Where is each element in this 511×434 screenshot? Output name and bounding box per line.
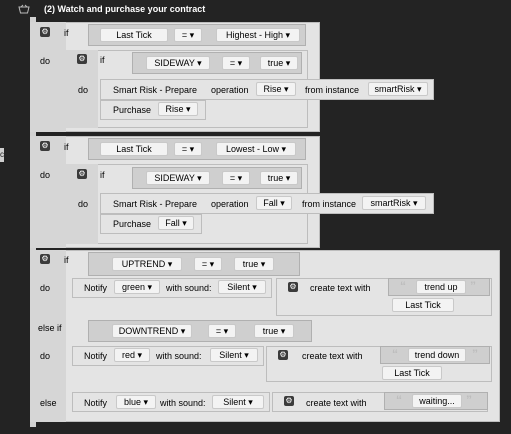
operation-label-2: operation [211,199,249,209]
basket-icon [18,4,30,14]
color-dropdown-3[interactable]: blue ▾ [116,395,156,409]
if-label: if [100,170,105,180]
color-dropdown-1[interactable]: green ▾ [114,280,160,294]
do-label: do [78,199,89,209]
direction-dropdown-2[interactable]: Fall ▾ [256,196,292,210]
else-if-label: else if [38,323,62,333]
text-value-2[interactable]: trend down [408,348,466,362]
last-tick-2[interactable]: Last Tick [100,142,168,156]
quote-close-icon: ” [472,347,478,361]
sound-dropdown-3[interactable]: Silent ▾ [212,395,264,409]
sideway-dropdown-2[interactable]: SIDEWAY ▾ [146,171,210,185]
notify-label-1: Notify [84,283,108,293]
if-label: if [64,28,69,38]
if-block-2-spine [30,136,66,248]
if-block-1-spine [30,22,66,132]
from-instance-label-1: from instance [305,85,360,95]
last-tick-4[interactable]: Last Tick [382,366,442,380]
if-label: if [100,55,105,65]
from-instance-label-2: from instance [302,199,357,209]
gear-icon[interactable]: ⚙ [40,141,50,151]
true-dropdown-4[interactable]: true ▾ [254,324,294,338]
op-eq-4[interactable]: = ▾ [208,324,236,338]
sound-label-1: with sound: [166,283,212,293]
quote-open-icon: “ [396,393,402,407]
smart-risk-label-2: Smart Risk - Prepare [113,199,198,209]
op-eq-2[interactable]: = ▾ [174,142,202,156]
purchase-dropdown-2[interactable]: Fall ▾ [158,216,194,230]
gear-icon[interactable]: ⚙ [288,282,298,292]
notify-label-3: Notify [84,398,108,408]
op-eq-1[interactable]: = ▾ [174,28,202,42]
value-dropdown-1[interactable]: Highest - High ▾ [216,28,300,42]
gear-icon[interactable]: ⚙ [77,54,87,64]
quote-open-icon: “ [392,347,398,361]
gear-icon[interactable]: ⚙ [77,169,87,179]
true-dropdown-3[interactable]: true ▾ [234,257,274,271]
if-label: if [64,142,69,152]
last-tick-1[interactable]: Last Tick [100,28,168,42]
if-label: if [64,255,69,265]
purchase-label-2: Purchase [113,219,152,229]
do-label: do [40,351,51,361]
do-label: do [40,283,51,293]
block-title: (2) Watch and purchase your contract [44,4,206,14]
sound-label-3: with sound: [160,398,206,408]
op-eq-2b[interactable]: = ▾ [222,171,250,185]
text-value-1[interactable]: trend up [416,280,466,294]
purchase-label-1: Purchase [113,105,152,115]
downtrend-dropdown[interactable]: DOWNTREND ▾ [112,324,192,338]
else-label: else [40,398,57,408]
uptrend-dropdown[interactable]: UPTREND ▾ [112,257,182,271]
notify-label-2: Notify [84,351,108,361]
purchase-dropdown-1[interactable]: Rise ▾ [158,102,198,116]
create-text-label-2: create text with [302,351,363,361]
true-dropdown-2[interactable]: true ▾ [260,171,298,185]
left-edge-label: c [0,150,4,159]
do-label: do [78,85,89,95]
op-eq-3[interactable]: = ▾ [194,257,222,271]
value-dropdown-2[interactable]: Lowest - Low ▾ [216,142,296,156]
gear-icon[interactable]: ⚙ [278,350,288,360]
gear-icon[interactable]: ⚙ [40,254,50,264]
quote-close-icon: ” [466,393,472,407]
do-label: do [40,170,51,180]
text-value-3[interactable]: waiting... [412,394,462,408]
true-dropdown-1[interactable]: true ▾ [260,56,298,70]
smart-risk-label-1: Smart Risk - Prepare [113,85,198,95]
color-dropdown-2[interactable]: red ▾ [114,348,150,362]
gear-icon[interactable]: ⚙ [40,27,50,37]
operation-label-1: operation [211,85,249,95]
create-text-label-1: create text with [310,283,371,293]
direction-dropdown-1[interactable]: Rise ▾ [256,82,296,96]
op-eq-1b[interactable]: = ▾ [222,56,250,70]
sound-dropdown-1[interactable]: Silent ▾ [218,280,266,294]
instance-dropdown-2[interactable]: smartRisk ▾ [362,196,426,210]
gear-icon[interactable]: ⚙ [284,396,294,406]
quote-open-icon: “ [400,279,406,293]
sideway-dropdown-1[interactable]: SIDEWAY ▾ [146,56,210,70]
quote-close-icon: ” [470,279,476,293]
last-tick-3[interactable]: Last Tick [392,298,454,312]
do-label: do [40,56,51,66]
instance-dropdown-1[interactable]: smartRisk ▾ [368,82,428,96]
create-text-label-3: create text with [306,398,367,408]
sound-label-2: with sound: [156,351,202,361]
sound-dropdown-2[interactable]: Silent ▾ [210,348,258,362]
